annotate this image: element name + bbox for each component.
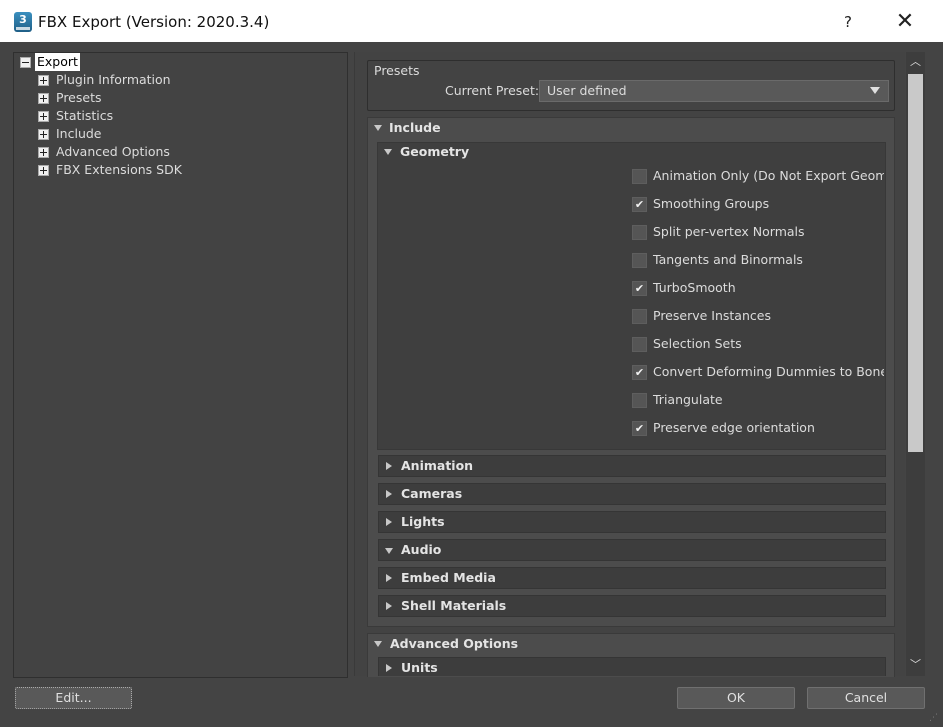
advanced-options-title: Advanced Options <box>390 636 519 651</box>
checkbox-unchecked[interactable] <box>632 393 647 408</box>
option-label: Tangents and Binormals <box>653 252 803 267</box>
help-button[interactable]: ? <box>833 8 863 36</box>
tree-label: Export <box>35 53 80 71</box>
geometry-option[interactable]: Selection Sets <box>632 334 884 354</box>
scroll-down-arrow-icon[interactable]: ﹀ <box>906 656 925 674</box>
section-title: Units <box>401 660 438 675</box>
window-title: FBX Export (Version: 2020.3.4) <box>38 13 270 31</box>
checkbox-unchecked[interactable] <box>632 225 647 240</box>
expand-icon[interactable] <box>38 129 49 140</box>
geometry-option[interactable]: ✔ Preserve edge orientation <box>632 418 884 438</box>
expand-icon[interactable] <box>38 93 49 104</box>
checkbox-unchecked[interactable] <box>632 169 647 184</box>
section-title: Lights <box>401 514 445 529</box>
title-bar: 3 FBX Export (Version: 2020.3.4) ? ✕ <box>0 0 943 42</box>
option-label: Preserve edge orientation <box>653 420 815 435</box>
option-label: Selection Sets <box>653 336 742 351</box>
tree-item-fbx-extensions-sdk[interactable]: FBX Extensions SDK <box>38 161 238 179</box>
expand-arrow-icon <box>386 664 392 672</box>
tree-label: Presets <box>56 90 102 105</box>
cameras-section[interactable]: Cameras <box>378 483 886 505</box>
expand-icon[interactable] <box>38 165 49 176</box>
section-title: Shell Materials <box>401 598 507 613</box>
geometry-option[interactable]: Tangents and Binormals <box>632 250 884 270</box>
tree-label: Statistics <box>56 108 114 123</box>
embed-media-section[interactable]: Embed Media <box>378 567 886 589</box>
checkbox-checked[interactable]: ✔ <box>632 197 647 212</box>
collapse-icon[interactable] <box>20 57 31 68</box>
geometry-option[interactable]: Split per-vertex Normals <box>632 222 884 242</box>
tree-label: Plugin Information <box>56 72 171 87</box>
section-title: Animation <box>401 458 474 473</box>
geometry-option[interactable]: ✔ Smoothing Groups <box>632 194 884 214</box>
ok-button[interactable]: OK <box>677 687 795 709</box>
geometry-option[interactable]: Preserve Instances <box>632 306 884 326</box>
tree-item-advanced-options[interactable]: Advanced Options <box>38 143 238 161</box>
section-title: Embed Media <box>401 570 496 585</box>
expand-icon[interactable] <box>38 111 49 122</box>
geometry-option[interactable]: ✔ Convert Deforming Dummies to Bones <box>632 362 884 382</box>
expand-arrow-icon <box>386 462 392 470</box>
tree-item-export[interactable]: Export <box>20 53 220 71</box>
current-preset-dropdown[interactable]: User defined <box>539 80 889 102</box>
checkbox-checked[interactable]: ✔ <box>632 281 647 296</box>
current-preset-value: User defined <box>547 83 627 98</box>
audio-section[interactable]: Audio <box>378 539 886 561</box>
geometry-option[interactable]: Animation Only (Do Not Export Geometry) <box>632 166 884 186</box>
option-label: TurboSmooth <box>653 280 736 295</box>
option-label: Smoothing Groups <box>653 196 770 211</box>
resize-grip-icon[interactable]: ⋰ <box>929 713 938 723</box>
cancel-button[interactable]: Cancel <box>807 687 925 709</box>
section-title: Audio <box>401 542 442 557</box>
tree-item-statistics[interactable]: Statistics <box>38 107 238 125</box>
tree-item-include[interactable]: Include <box>38 125 238 143</box>
expand-arrow-icon <box>386 490 392 498</box>
checkbox-unchecked[interactable] <box>632 337 647 352</box>
include-title: Include <box>389 120 441 135</box>
lights-section[interactable]: Lights <box>378 511 886 533</box>
edit-button[interactable]: Edit... <box>15 687 132 709</box>
tree-label: Advanced Options <box>56 144 170 159</box>
tree-item-plugin-information[interactable]: Plugin Information <box>38 71 238 89</box>
scroll-up-arrow-icon[interactable]: ︿ <box>906 53 925 71</box>
tree-label: FBX Extensions SDK <box>56 162 182 177</box>
option-label: Triangulate <box>653 392 723 407</box>
include-header[interactable]: Include <box>368 118 888 138</box>
3dsmax-app-icon: 3 <box>14 12 32 32</box>
option-label: Split per-vertex Normals <box>653 224 805 239</box>
option-label: Animation Only (Do Not Export Geometry) <box>653 168 884 183</box>
checkbox-checked[interactable]: ✔ <box>632 421 647 436</box>
dropdown-arrow-icon <box>870 87 880 94</box>
expand-icon[interactable] <box>38 147 49 158</box>
tree-item-presets[interactable]: Presets <box>38 89 238 107</box>
current-preset-label: Current Preset: <box>445 83 540 98</box>
option-label: Convert Deforming Dummies to Bones <box>653 364 884 379</box>
expand-arrow-icon <box>386 518 392 526</box>
shell-materials-section[interactable]: Shell Materials <box>378 595 886 617</box>
collapse-arrow-icon <box>374 641 382 647</box>
close-button[interactable]: ✕ <box>890 8 920 36</box>
advanced-options-header[interactable]: Advanced Options <box>368 634 888 654</box>
presets-title: Presets <box>374 63 420 78</box>
units-section[interactable]: Units <box>378 657 886 676</box>
collapse-arrow-icon <box>384 149 392 155</box>
geometry-title: Geometry <box>400 144 470 159</box>
option-label: Preserve Instances <box>653 308 771 323</box>
collapse-arrow-icon <box>374 125 382 131</box>
expand-arrow-icon <box>386 602 392 610</box>
checkbox-checked[interactable]: ✔ <box>632 365 647 380</box>
collapse-arrow-icon <box>385 548 393 554</box>
animation-section[interactable]: Animation <box>378 455 886 477</box>
section-title: Cameras <box>401 486 463 501</box>
checkbox-unchecked[interactable] <box>632 309 647 324</box>
expand-icon[interactable] <box>38 75 49 86</box>
geometry-option[interactable]: ✔ TurboSmooth <box>632 278 884 298</box>
checkbox-unchecked[interactable] <box>632 253 647 268</box>
expand-arrow-icon <box>386 574 392 582</box>
geometry-option[interactable]: Triangulate <box>632 390 884 410</box>
tree-label: Include <box>56 126 102 141</box>
scrollbar-thumb[interactable] <box>908 74 923 452</box>
geometry-header[interactable]: Geometry <box>378 142 878 162</box>
